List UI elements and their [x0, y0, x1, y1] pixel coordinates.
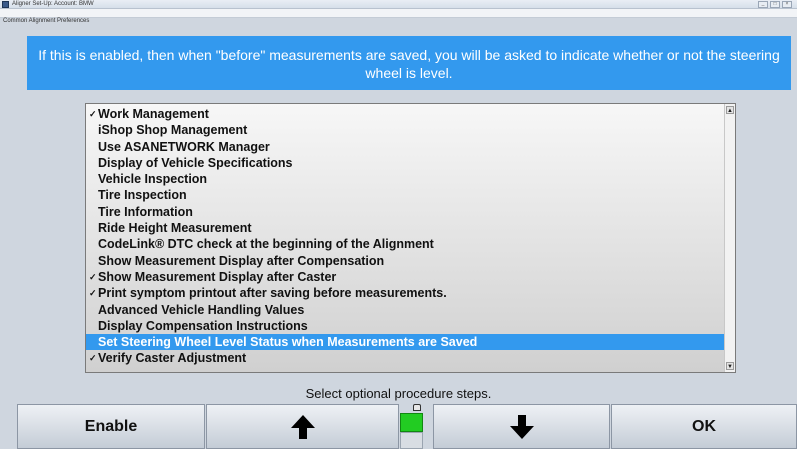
list-item[interactable]: Show Measurement Display after Compensat…	[86, 253, 724, 269]
list-item-label: iShop Shop Management	[98, 123, 248, 138]
list-item-label: Show Measurement Display after Compensat…	[98, 253, 385, 268]
list-item[interactable]: ✓ Work Management	[86, 106, 724, 122]
list-item[interactable]: iShop Shop Management	[86, 122, 724, 138]
list-item[interactable]: Ride Height Measurement	[86, 220, 724, 236]
list-item-label: Verify Caster Adjustment	[98, 351, 247, 366]
list-item[interactable]: Advanced Vehicle Handling Values	[86, 302, 724, 318]
close-button[interactable]: ×	[782, 1, 792, 8]
list-item[interactable]: CodeLink® DTC check at the beginning of …	[86, 236, 724, 252]
info-banner: If this is enabled, then when "before" m…	[27, 36, 791, 90]
list-item[interactable]: Use ASANETWORK Manager	[86, 139, 724, 155]
list-item-label: Advanced Vehicle Handling Values	[98, 302, 305, 317]
list-item[interactable]: ✓ Verify Caster Adjustment	[86, 350, 724, 366]
list-item-label: Print symptom printout after saving befo…	[98, 286, 447, 301]
window-subtitle: Common Alignment Preferences	[3, 18, 90, 24]
maximize-button[interactable]: □	[770, 1, 780, 8]
gray-indicator	[400, 432, 423, 449]
list-item[interactable]: ✓ Print symptom printout after saving bef…	[86, 285, 724, 301]
list-item-label: Work Management	[98, 107, 209, 121]
arrow-down-icon	[509, 414, 534, 439]
minimize-button[interactable]: _	[758, 1, 768, 8]
list-item[interactable]: Display Compensation Instructions	[86, 318, 724, 334]
list-item[interactable]: Tire Inspection	[86, 187, 724, 203]
procedure-list[interactable]: ✓ Work Management iShop Shop Management Use…	[85, 103, 736, 373]
enable-button[interactable]: Enable	[17, 404, 205, 449]
subtitle-bar: Common Alignment Preferences	[0, 9, 797, 24]
list-item[interactable]: ✓ Show Measurement Display after Caster	[86, 269, 724, 285]
window-title: Aligner Set-Up: Account: BMW	[12, 1, 94, 7]
scroll-up-icon[interactable]: ▲	[726, 106, 734, 114]
status-text: Select optional procedure steps.	[305, 386, 492, 401]
status-indicator	[400, 404, 433, 449]
list-item-label: Display Compensation Instructions	[98, 318, 308, 333]
check-icon: ✓	[89, 109, 97, 119]
ok-button[interactable]: OK	[611, 404, 797, 449]
check-icon: ✓	[89, 271, 97, 282]
bottom-toolbar: Enable OK	[17, 404, 797, 449]
list-item-label: Ride Height Measurement	[98, 221, 252, 236]
list-item-label: CodeLink® DTC check at the beginning of …	[98, 237, 434, 252]
list-item[interactable]: Set Steering Wheel Level Status when Mea…	[86, 334, 724, 351]
list-item-label: Vehicle Inspection	[98, 172, 208, 187]
list-item-label: Use ASANETWORK Manager	[98, 139, 270, 154]
app-icon	[2, 1, 9, 8]
check-icon: ✓	[89, 353, 97, 364]
move-down-button[interactable]	[433, 404, 610, 449]
scroll-down-icon[interactable]: ▼	[726, 362, 734, 370]
arrow-up-icon	[290, 414, 315, 439]
list-item[interactable]: Tire Information	[86, 204, 724, 220]
list-item[interactable]: Display of Vehicle Specifications	[86, 155, 724, 171]
list-item[interactable]: Vehicle Inspection	[86, 171, 724, 187]
list-item-label: Tire Inspection	[98, 188, 187, 203]
move-up-button[interactable]	[206, 404, 399, 449]
title-bar: Aligner Set-Up: Account: BMW _ □ ×	[0, 0, 797, 9]
procedure-list-items: ✓ Work Management iShop Shop Management Use…	[86, 106, 724, 367]
list-item-label: Tire Information	[98, 204, 193, 219]
lock-icon	[413, 404, 421, 411]
check-icon: ✓	[89, 288, 97, 299]
list-item-label: Display of Vehicle Specifications	[98, 155, 293, 170]
list-item-label: Set Steering Wheel Level Status when Mea…	[98, 335, 478, 350]
green-indicator	[400, 413, 423, 432]
list-scrollbar[interactable]: ▲ ▼	[724, 104, 735, 372]
list-item-label: Show Measurement Display after Caster	[98, 269, 337, 284]
